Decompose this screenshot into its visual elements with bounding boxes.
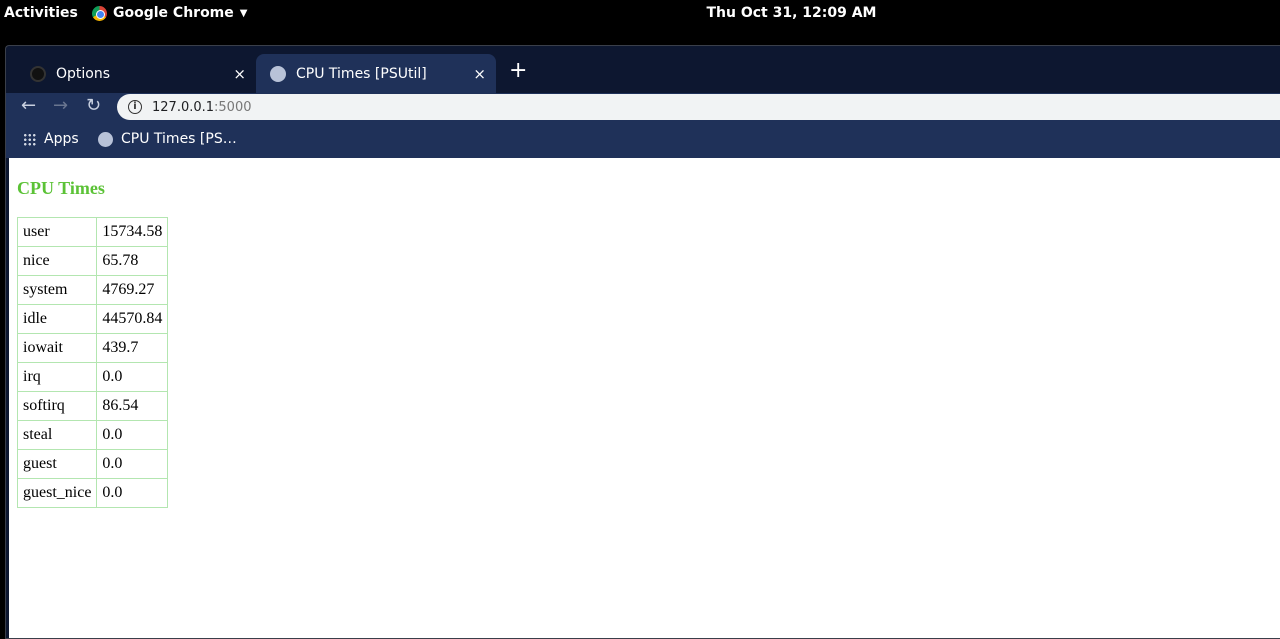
cell-key: softirq [16,391,98,421]
cell-key: guest [16,449,98,479]
table-row: steal 0.0 [16,420,169,450]
close-tab-icon[interactable]: × [233,65,246,83]
bookmark-apps[interactable]: Apps [23,131,79,147]
table-row: idle 44570.84 [16,304,169,334]
tab-title: CPU Times [PSUtil] [296,65,427,82]
clock[interactable]: Thu Oct 31, 12:09 AM [0,5,1280,21]
cell-key: idle [16,304,98,334]
cell-value: 86.54 [96,391,169,421]
table-row: guest_nice 0.0 [16,478,169,508]
cell-key: nice [16,246,98,276]
cell-key: system [16,275,98,305]
cell-key: steal [16,420,98,450]
back-arrow-icon[interactable]: ← [21,95,36,116]
bookmarks-bar: Apps CPU Times [PS… [6,121,1280,158]
cell-value: 0.0 [96,478,169,508]
system-top-bar: Activities Google Chrome ▼ Thu Oct 31, 12… [0,0,1280,28]
toolbar: ← → ↻ i 127.0.0.1:5000 [6,93,1280,121]
github-icon [30,65,46,82]
globe-icon [98,131,113,147]
url-host: 127.0.0.1 [152,99,215,115]
url-port: :5000 [214,99,252,115]
table-row: system 4769.27 [16,275,169,305]
table-row: nice 65.78 [16,246,169,276]
cell-key: user [16,217,98,247]
browser-window: Options × CPU Times [PSUtil] × + ← → ↻ i 12… [5,45,1280,639]
tab-strip: Options × CPU Times [PSUtil] × + [6,46,1280,93]
cell-key: iowait [16,333,98,363]
cell-value: 65.78 [96,246,169,276]
tab-title: Options [56,65,111,82]
new-tab-button[interactable]: + [509,58,527,83]
cell-key: guest_nice [16,478,98,508]
table-row: iowait 439.7 [16,333,169,363]
info-icon[interactable]: i [128,100,142,114]
cell-value: 4769.27 [96,275,169,305]
address-bar[interactable]: i 127.0.0.1:5000 [117,94,1280,120]
tab-cpu-times[interactable]: CPU Times [PSUtil] × [256,54,496,93]
cell-key: irq [16,362,98,392]
bookmark-label: CPU Times [PS… [121,131,237,147]
reload-icon[interactable]: ↻ [86,95,101,116]
bookmark-label: Apps [44,131,79,147]
page-title: CPU Times [17,178,105,198]
tab-options[interactable]: Options × [16,54,256,93]
page-content: CPU Times user 15734.58 nice 65.78 system 476… [9,158,1280,638]
table-row: user 15734.58 [16,217,169,247]
table-row: guest 0.0 [16,449,169,479]
cell-value: 0.0 [96,449,169,479]
cell-value: 44570.84 [96,304,169,334]
apps-grid-icon [23,132,36,146]
bookmark-cpu-times[interactable]: CPU Times [PS… [98,131,237,147]
table-row: softirq 86.54 [16,391,169,421]
forward-arrow-icon[interactable]: → [53,95,68,116]
globe-icon [270,65,286,82]
cell-value: 15734.58 [96,217,169,247]
cell-value: 439.7 [96,333,169,363]
cpu-times-table: user 15734.58 nice 65.78 system 4769.27 idle 44… [16,217,169,508]
table-row: irq 0.0 [16,362,169,392]
cell-value: 0.0 [96,420,169,450]
cell-value: 0.0 [96,362,169,392]
close-tab-icon[interactable]: × [473,65,486,83]
